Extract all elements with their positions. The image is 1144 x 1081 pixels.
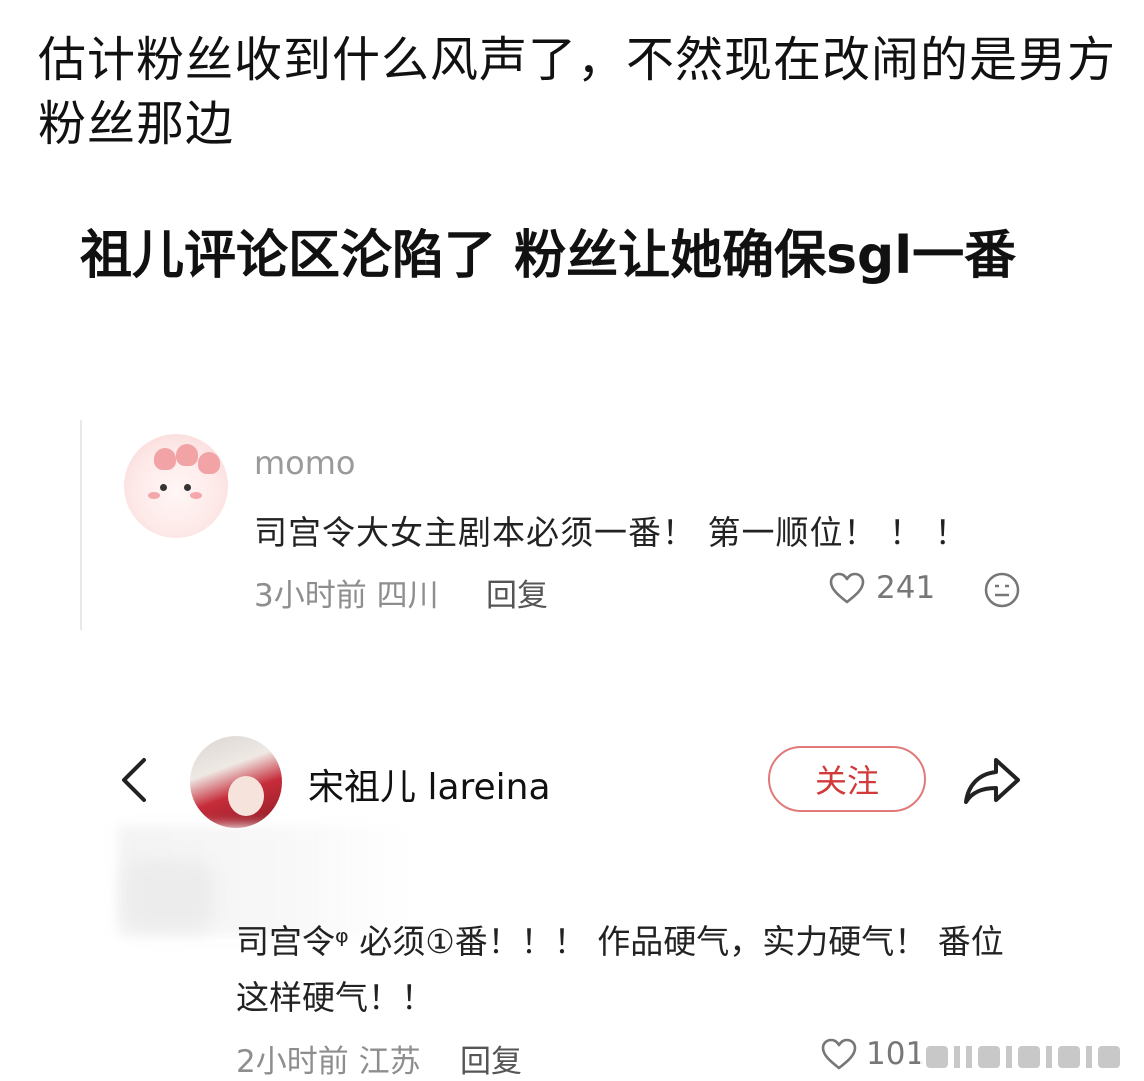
- avatar-decoration: [184, 484, 191, 491]
- blurred-region: [124, 860, 214, 930]
- avatar-decoration: [154, 448, 176, 470]
- comment-text: 司宫令ᵠ 必须①番！！！ 作品硬气，实力硬气！ 番位这样硬气！！: [236, 922, 1004, 1017]
- comment-meta: 2小时前 江苏: [236, 1044, 421, 1080]
- avatar-decoration: [190, 492, 202, 499]
- like-count: 101: [866, 1036, 926, 1072]
- avatar-decoration: [148, 492, 160, 499]
- reply-button[interactable]: 回复: [486, 570, 548, 615]
- share-arrow-icon[interactable]: [960, 752, 1024, 808]
- comment-meta: 3小时前 四川: [254, 578, 439, 614]
- heart-outline-icon: [829, 572, 865, 604]
- comment-card: momo 司宫令大女主剧本必须一番！ 第一顺位！ ！ ！ 3小时前 四川 回复 …: [80, 420, 1042, 630]
- comment-text: 司宫令大女主剧本必须一番！ 第一顺位！ ！ ！: [254, 513, 969, 552]
- heart-outline-icon: [821, 1038, 857, 1070]
- follow-button[interactable]: 关注: [768, 746, 926, 812]
- smiley-icon[interactable]: [982, 570, 1022, 610]
- profile-avatar[interactable]: [190, 736, 282, 828]
- avatar-decoration: [176, 444, 198, 466]
- like-button[interactable]: 241: [828, 570, 935, 606]
- post-title: 祖儿评论区沦陷了 粉丝让她确保sgl一番: [80, 226, 1017, 286]
- chevron-left-icon[interactable]: [114, 752, 154, 808]
- profile-name[interactable]: 宋祖儿 lareina: [308, 758, 551, 810]
- avatar[interactable]: [124, 434, 228, 538]
- like-button[interactable]: 101: [820, 1036, 925, 1072]
- like-count: 241: [876, 570, 936, 606]
- avatar-decoration: [228, 776, 264, 816]
- watermark-icon: [920, 1042, 1134, 1072]
- avatar-decoration: [198, 452, 220, 474]
- avatar-decoration: [160, 484, 167, 491]
- post-caption: 估计粉丝收到什么风声了，不然现在改闹的是男方粉丝那边: [38, 32, 1117, 152]
- comment-username[interactable]: momo: [254, 444, 356, 482]
- reply-button[interactable]: 回复: [460, 1036, 522, 1081]
